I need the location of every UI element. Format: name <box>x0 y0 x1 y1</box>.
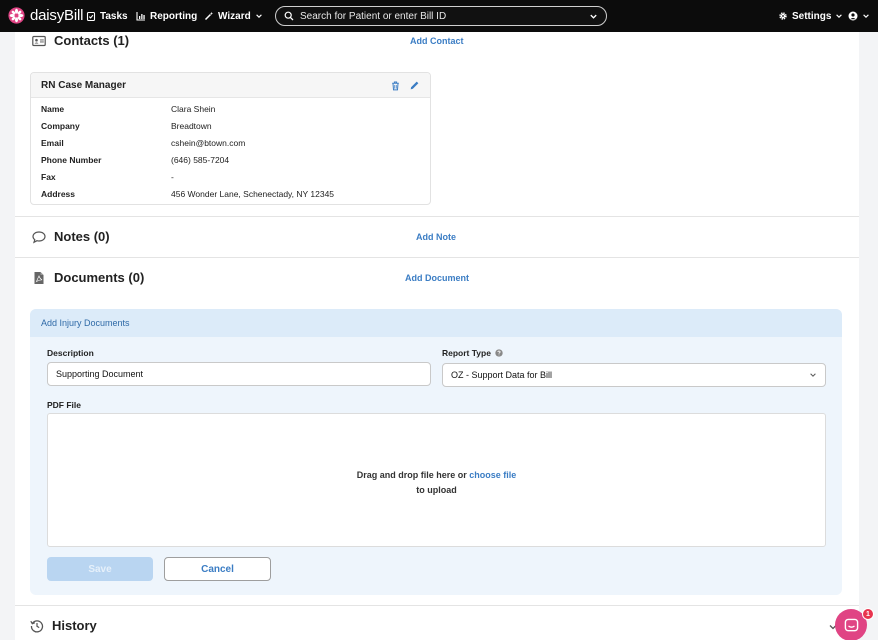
search-bar[interactable] <box>275 6 607 26</box>
add-document-form: Add Injury Documents Description Support… <box>30 309 842 595</box>
contact-fax-value: - <box>171 172 174 182</box>
chevron-down-icon <box>836 14 843 18</box>
contacts-section-title: Contacts (1) <box>32 33 129 48</box>
documents-section-title: Documents (0) <box>32 270 144 285</box>
dropzone-line1: Drag and drop file here or choose file <box>48 470 825 480</box>
history-title: History <box>52 618 97 633</box>
address-card-icon <box>32 35 46 46</box>
description-label: Description <box>47 348 94 358</box>
description-input[interactable]: Supporting Document <box>47 362 431 386</box>
trash-icon[interactable] <box>390 80 401 91</box>
form-header: Add Injury Documents <box>30 309 842 337</box>
help-icon[interactable] <box>495 349 503 357</box>
contact-card-header: RN Case Manager <box>31 73 430 98</box>
brand-name: daisyBill <box>30 7 84 24</box>
search-input[interactable] <box>300 10 583 22</box>
choose-file-link[interactable]: choose file <box>469 470 516 480</box>
drop-text-upload: to upload <box>416 485 457 495</box>
contact-name-label: Name <box>41 104 65 114</box>
contact-fax-label: Fax <box>41 172 56 182</box>
chat-notification-badge: 1 <box>862 608 874 620</box>
top-nav: daisyBill Tasks Reporting Wizard Setting… <box>0 0 878 32</box>
magic-wand-icon <box>204 11 214 21</box>
documents-title: Documents (0) <box>54 270 145 285</box>
add-contact-link[interactable]: Add Contact <box>410 36 464 46</box>
nav-settings[interactable]: Settings <box>778 0 843 32</box>
nav-reporting[interactable]: Reporting <box>136 0 197 32</box>
user-menu[interactable] <box>848 0 870 32</box>
save-button[interactable]: Save <box>47 557 153 581</box>
contact-card: RN Case Manager Name Clara Shein Company… <box>30 72 431 205</box>
pdf-file-icon <box>34 271 44 284</box>
history-clock-icon <box>30 619 44 633</box>
notes-title: Notes (0) <box>54 229 110 244</box>
drop-text: Drag and drop file here or <box>356 470 467 480</box>
report-type-value: OZ - Support Data for Bill <box>451 370 553 380</box>
contact-company-value: Breadtown <box>171 121 212 131</box>
bar-chart-icon <box>136 12 145 21</box>
report-type-label-text: Report Type <box>442 348 491 358</box>
add-document-link[interactable]: Add Document <box>405 273 469 283</box>
nav-wizard[interactable]: Wizard <box>204 0 263 32</box>
daisy-logo-icon <box>8 7 25 24</box>
cancel-button[interactable]: Cancel <box>164 557 271 581</box>
section-divider <box>15 605 859 606</box>
nav-reporting-label: Reporting <box>150 10 198 22</box>
section-divider <box>15 216 859 217</box>
user-circle-icon <box>848 11 858 21</box>
contact-phone-label: Phone Number <box>41 155 102 165</box>
contact-email-value: cshein@btown.com <box>171 138 246 148</box>
contact-card-title: RN Case Manager <box>41 79 127 91</box>
nav-tasks-label: Tasks <box>100 10 128 22</box>
chevron-down-icon <box>255 14 262 18</box>
report-type-select[interactable]: OZ - Support Data for Bill <box>442 363 826 387</box>
contact-name-value: Clara Shein <box>171 104 216 114</box>
speech-bubble-icon <box>32 230 46 244</box>
brand-logo[interactable]: daisyBill <box>8 7 83 24</box>
contact-phone-value: (646) 585-7204 <box>171 155 230 165</box>
contact-company-label: Company <box>41 121 80 131</box>
notes-section-title: Notes (0) <box>32 229 110 244</box>
clipboard-check-icon <box>86 11 96 21</box>
add-note-link[interactable]: Add Note <box>416 232 456 242</box>
chevron-down-icon <box>810 373 816 377</box>
file-dropzone[interactable]: Drag and drop file here or choose file t… <box>47 413 826 547</box>
nav-wizard-label: Wizard <box>218 10 251 22</box>
history-section-title[interactable]: History <box>30 618 97 633</box>
chevron-down-icon <box>863 14 869 18</box>
nav-settings-label: Settings <box>792 10 832 22</box>
contact-address-label: Address <box>41 189 76 199</box>
pencil-icon[interactable] <box>409 80 420 91</box>
contact-email-label: Email <box>41 138 64 148</box>
pdf-file-label: PDF File <box>47 400 82 410</box>
nav-tasks[interactable]: Tasks <box>86 0 128 32</box>
search-icon <box>284 11 294 21</box>
section-divider <box>15 257 859 258</box>
contact-address-value: 456 Wonder Lane, Schenectady, NY 12345 <box>171 189 335 199</box>
chat-icon <box>844 618 858 631</box>
contacts-title: Contacts (1) <box>54 33 130 48</box>
chevron-down-icon[interactable] <box>589 12 598 21</box>
report-type-label: Report Type <box>442 348 503 358</box>
gear-icon <box>779 12 787 20</box>
main-panel: Contacts (1) Add Contact RN Case Manager… <box>15 32 859 640</box>
